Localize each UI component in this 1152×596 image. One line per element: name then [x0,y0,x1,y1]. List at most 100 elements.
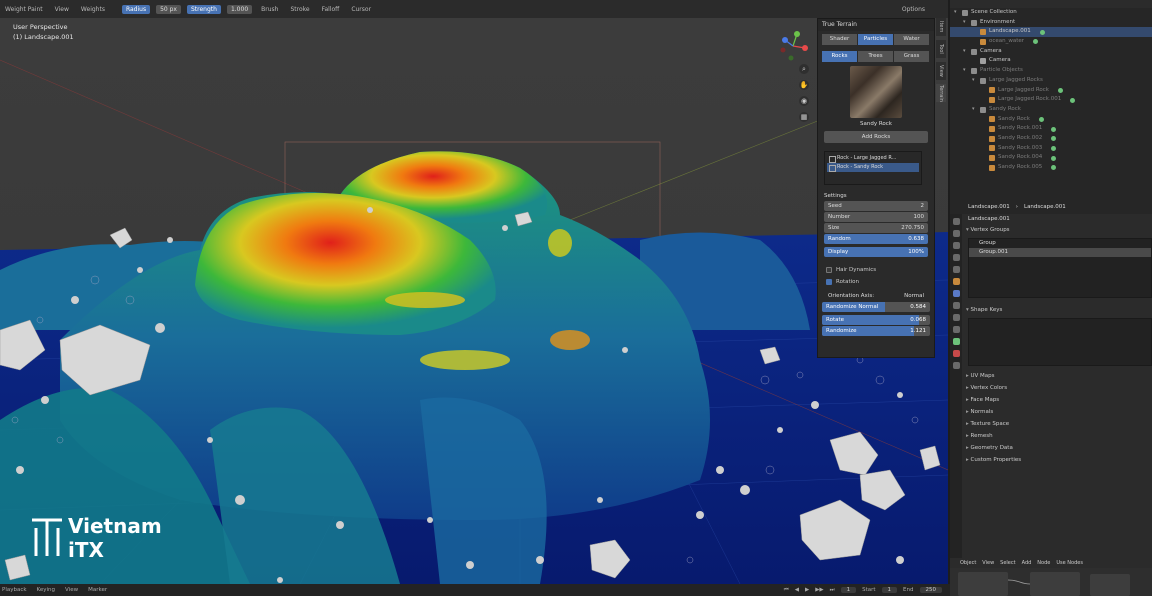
expand-toggle-icon[interactable]: ▾ [972,76,977,86]
grid-view-icon[interactable]: ▦ [799,112,809,122]
rotate-slider[interactable]: Rotate 0.068 [822,315,930,325]
physics-icon[interactable] [952,314,960,321]
list-item[interactable]: Rock - Sandy Rock [827,163,919,172]
rotation-row[interactable]: Rotation [826,277,926,287]
panel-header[interactable]: Geometry Data [964,442,1152,454]
panel-header[interactable]: UV Maps [964,370,1152,382]
start-frame-field[interactable]: 1 [881,587,898,593]
outliner-row[interactable]: ▾ Scene Collection [950,8,1152,18]
radius-field[interactable]: 50 px [156,4,181,14]
panel-header[interactable]: Custom Properties [964,454,1152,466]
tab-water[interactable]: Water [894,34,930,45]
size-field[interactable]: Size 270.750 [824,223,928,233]
mode-select[interactable]: Weight Paint [2,5,46,14]
panel-header[interactable]: Normals [964,406,1152,418]
shape-keys-header[interactable]: Shape Keys [964,304,1152,316]
expand-toggle-icon[interactable]: ▾ [972,105,977,115]
panel-header[interactable]: Vertex Colors [964,382,1152,394]
menu-view[interactable]: View [982,560,994,566]
randomize-slider[interactable]: Randomize 1.121 [822,326,930,336]
jump-start-icon[interactable]: ⏮ [784,587,789,594]
object-select[interactable]: Object [960,560,976,566]
random-field[interactable]: Random 0.638 [824,234,928,244]
current-frame-field[interactable]: 1 [840,587,857,593]
seed-field[interactable]: Seed 2 [824,201,928,211]
randomize-normal-slider[interactable]: Randomize Normal 0.584 [822,302,930,312]
list-item[interactable]: Group.001 [969,248,1151,257]
camera-view-icon[interactable]: ◉ [799,96,809,106]
display-field[interactable]: Display 100% [824,247,928,257]
next-key-icon[interactable]: ▶▶ [815,587,823,593]
constraints-icon[interactable] [952,326,960,333]
end-frame-field[interactable]: 250 [919,587,942,593]
number-field[interactable]: Number 100 [824,212,928,222]
mesh-data-icon[interactable] [952,338,960,345]
expand-toggle-icon[interactable]: ▾ [963,47,968,57]
world-icon[interactable] [952,266,960,273]
list-item[interactable]: Rock - Large Jagged R... [827,154,919,163]
outliner-row[interactable]: ▾ Large Jagged Rocks [950,76,1152,86]
tab-grass[interactable]: Grass [894,51,930,62]
outliner-row[interactable]: Sandy Rock.005 [950,163,1152,173]
node-canvas[interactable] [950,568,1152,596]
hair-dynamics-checkbox[interactable] [826,267,832,273]
pan-hand-icon[interactable]: ✋ [799,80,809,90]
hair-dynamics-row[interactable]: Hair Dynamics [826,265,926,275]
mesh-data-name[interactable]: Landscape.001 [964,214,1152,224]
stroke-menu[interactable]: Stroke [287,5,312,14]
vertex-groups-header[interactable]: Vertex Groups [964,224,1152,236]
outliner-row[interactable]: Sandy Rock.004 [950,153,1152,163]
cursor-menu[interactable]: Cursor [348,5,374,14]
list-item[interactable]: Group [969,239,1151,248]
3d-viewport[interactable]: Weight Paint View Weights Radius 50 px S… [0,0,948,584]
navigation-gizmo[interactable] [775,28,811,64]
use-nodes-toggle[interactable]: Use Nodes [1056,560,1083,566]
brush-menu[interactable]: Brush [258,5,281,14]
outliner-row[interactable]: Landscape.001 [950,27,1152,38]
panel-header[interactable]: Texture Space [964,418,1152,430]
render-icon[interactable] [952,230,960,237]
strength-field[interactable]: 1.000 [226,4,253,14]
radius-label[interactable]: Radius [121,4,151,14]
tool-icon[interactable] [952,218,960,225]
expand-toggle-icon[interactable]: ▾ [954,8,959,18]
orientation-axis-select[interactable]: Normal [904,291,924,301]
material-icon[interactable] [952,350,960,357]
play-icon[interactable]: ▶ [805,587,809,593]
tab-item[interactable]: Item [936,18,946,36]
orientation-axis-row[interactable]: Orientation Axis: Normal [824,291,928,301]
outliner-row[interactable]: Large Jagged Rock [950,86,1152,96]
rotation-checkbox[interactable] [826,279,832,285]
strength-label[interactable]: Strength [186,4,221,14]
menu-marker[interactable]: Marker [88,587,107,593]
expand-toggle-icon[interactable]: ▾ [963,66,968,76]
jump-end-icon[interactable]: ⏭ [830,587,835,594]
tab-particles[interactable]: Particles [858,34,894,45]
tab-view[interactable]: View [936,62,946,80]
menu-select[interactable]: Select [1000,560,1015,566]
modifier-icon[interactable] [952,290,960,297]
prev-key-icon[interactable]: ◀ [795,587,799,593]
outliner-row[interactable]: Sandy Rock.002 [950,134,1152,144]
panel-header[interactable]: Remesh [964,430,1152,442]
options-menu[interactable]: Options [899,5,928,14]
outliner-row[interactable]: ▾ Camera [950,47,1152,57]
outliner-row[interactable]: ocean_water [950,37,1152,47]
falloff-menu[interactable]: Falloff [319,5,343,14]
outliner-row[interactable]: Sandy Rock.003 [950,144,1152,154]
zoom-icon[interactable]: ⌕ [799,64,809,74]
menu-keying[interactable]: Keying [37,587,55,593]
scene-icon[interactable] [952,254,960,261]
outliner-row[interactable]: Camera [950,56,1152,66]
object-icon[interactable] [952,278,960,285]
outliner-row[interactable]: Sandy Rock [950,115,1152,125]
menu-view[interactable]: View [52,5,72,14]
outliner-row[interactable]: Sandy Rock.001 [950,124,1152,134]
menu-playback[interactable]: Playback [2,587,27,593]
breadcrumb-object[interactable]: Landscape.001 [968,204,1010,210]
output-icon[interactable] [952,242,960,249]
outliner-row[interactable]: ▾ Environment [950,18,1152,28]
particles-icon[interactable] [952,302,960,309]
tab-terrain[interactable]: Terrain [936,84,946,102]
add-rocks-button[interactable]: Add Rocks [824,131,928,143]
